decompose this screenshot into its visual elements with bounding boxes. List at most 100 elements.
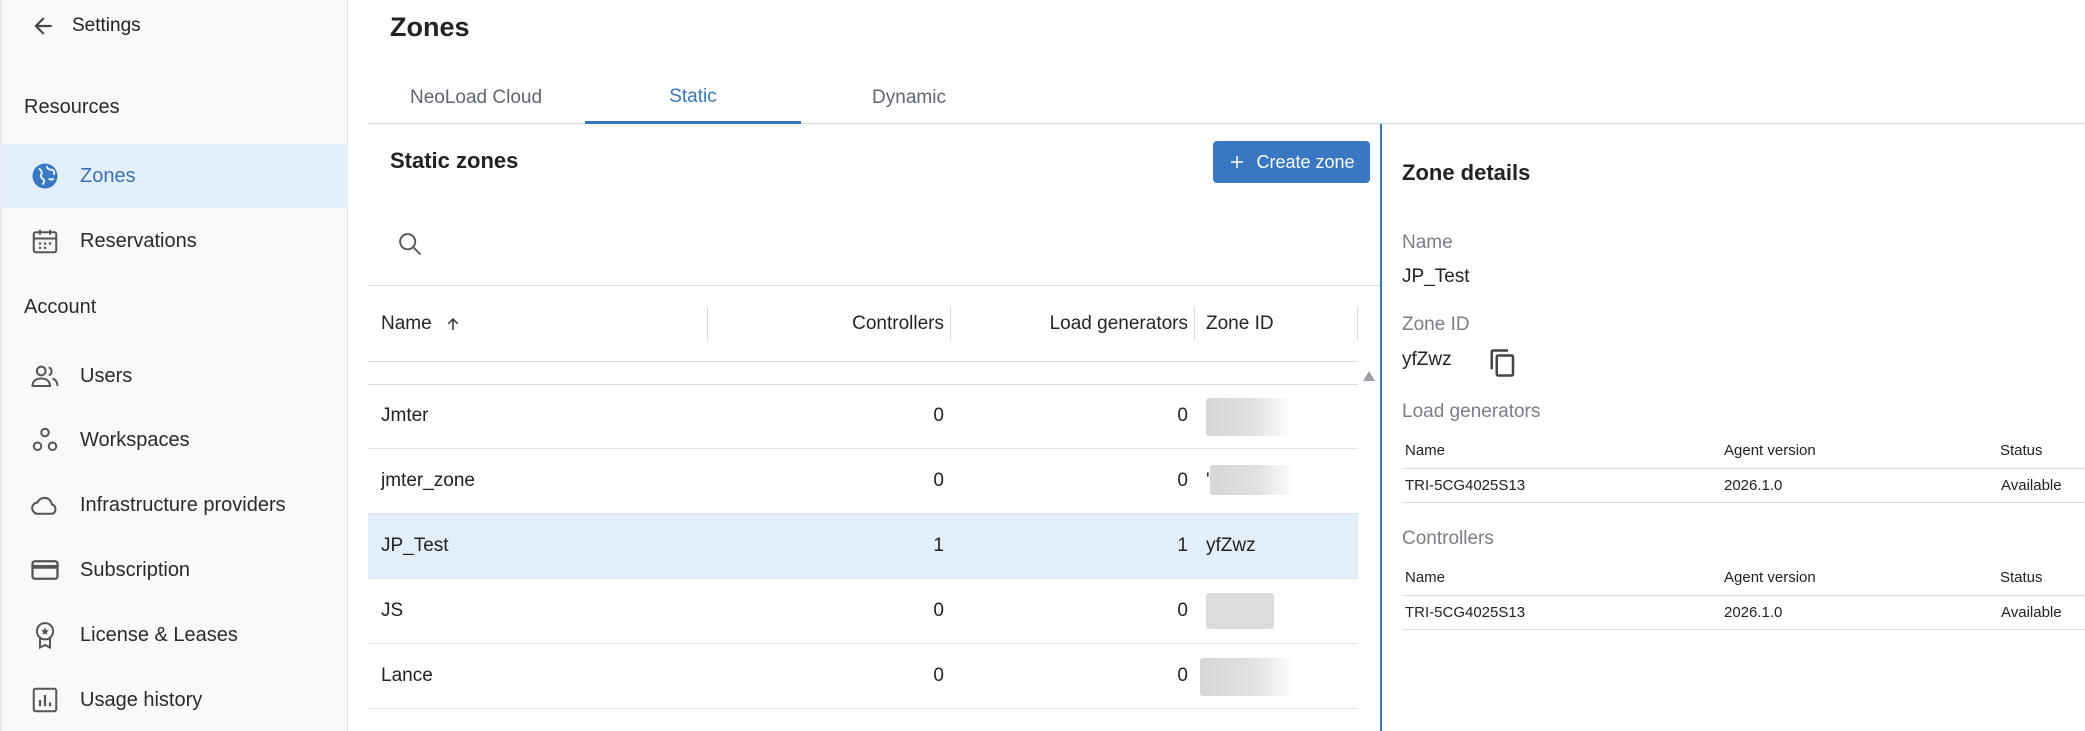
copy-zone-id-button[interactable]: [1486, 346, 1520, 380]
zone-details-panel: Zone details Name JP_Test Zone ID yfZwz …: [1380, 124, 2085, 731]
table-header: Name Controllers Load generators Zone ID: [368, 286, 1358, 362]
controllers-table: Name Agent version Status TRI-5CG4025S13…: [1402, 560, 2085, 630]
sidebar-item-label: Workspaces: [80, 428, 190, 451]
column-separator[interactable]: [950, 306, 951, 340]
controller-name: TRI-5CG4025S13: [1405, 603, 1526, 621]
sidebar-item-label: Reservations: [80, 229, 197, 252]
table-row[interactable]: jmter_zone 0 0 ': [368, 449, 1358, 514]
badge-icon: [35, 622, 55, 650]
cell-controllers: 1: [933, 535, 944, 556]
redacted-zone-id: [1200, 658, 1292, 696]
create-zone-button[interactable]: Create zone: [1213, 141, 1370, 183]
plus-icon: [1231, 156, 1244, 168]
redacted-zone-id: [1206, 593, 1274, 629]
list-title: Static zones: [390, 148, 519, 173]
sidebar-item-label: Zones: [80, 164, 136, 187]
sidebar-item-users[interactable]: Users: [2, 344, 348, 408]
table-row[interactable]: Lance 0 0: [368, 644, 1358, 709]
details-title: Zone details: [1402, 160, 1531, 185]
sidebar-item-infrastructure-providers[interactable]: Infrastructure providers: [2, 473, 348, 537]
chart-icon: [32, 687, 58, 713]
cell-controllers: 0: [933, 405, 944, 426]
tab-static[interactable]: Static: [585, 72, 801, 124]
sidebar-item-workspaces[interactable]: Workspaces: [2, 408, 348, 472]
sidebar-item-label: License & Leases: [80, 623, 238, 646]
column-separator[interactable]: [1194, 306, 1195, 340]
column-header-zone-id[interactable]: Zone ID: [1206, 286, 1274, 362]
cell-name: JP_Test: [381, 535, 449, 556]
create-zone-label: Create zone: [1256, 151, 1355, 172]
main-content: Zones NeoLoad Cloud Static Dynamic Stati…: [348, 0, 2085, 731]
name-label: Name: [1402, 232, 1453, 253]
tab-dynamic[interactable]: Dynamic: [801, 72, 1017, 124]
zone-id-value: yfZwz: [1402, 349, 1452, 370]
arrow-up-icon: [447, 318, 458, 330]
table-row[interactable]: JS 0 0: [368, 579, 1358, 644]
tab-neoload-cloud[interactable]: NeoLoad Cloud: [368, 72, 584, 124]
redacted-zone-id: [1210, 465, 1292, 495]
lg-status: Available: [2001, 476, 2062, 494]
divider: [1402, 502, 2085, 503]
column-header-agent-version: Agent version: [1724, 441, 1816, 459]
sidebar-item-label: Usage history: [80, 688, 203, 711]
controllers-label: Controllers: [1402, 528, 1494, 549]
globe-icon: [32, 163, 58, 189]
column-header-status: Status: [2000, 568, 2043, 586]
column-separator[interactable]: [1357, 306, 1358, 340]
table-row[interactable]: Jmter 0 0: [368, 384, 1358, 449]
cell-load-generators: 0: [1177, 600, 1188, 621]
app: Settings Resources Zones Reservations Ac…: [0, 0, 2085, 731]
sidebar-item-usage-history[interactable]: Usage history: [2, 668, 348, 731]
cell-load-generators: 0: [1177, 665, 1188, 686]
cell-name: Jmter: [381, 405, 429, 426]
controller-status: Available: [2001, 603, 2062, 621]
column-header-name[interactable]: Name: [381, 286, 462, 362]
cell-controllers: 0: [933, 665, 944, 686]
cell-load-generators: 0: [1177, 405, 1188, 426]
redacted-zone-id: [1206, 398, 1288, 436]
name-value: JP_Test: [1402, 266, 1470, 287]
back-to-settings-button[interactable]: Settings: [30, 10, 141, 42]
cell-controllers: 0: [933, 600, 944, 621]
sidebar-item-label: Users: [80, 364, 133, 387]
column-header-name: Name: [1405, 441, 1446, 459]
load-generators-table: Name Agent version Status TRI-5CG4025S13…: [1402, 433, 2085, 503]
lg-agent-version: 2026.1.0: [1724, 476, 1783, 494]
lg-name: TRI-5CG4025S13: [1405, 476, 1526, 494]
controller-agent-version: 2026.1.0: [1724, 603, 1783, 621]
column-separator[interactable]: [707, 306, 708, 340]
search-button[interactable]: [390, 224, 430, 264]
tab-bar: NeoLoad Cloud Static Dynamic: [368, 72, 2085, 124]
cell-zone-id: yfZwz: [1206, 535, 1256, 556]
scroll-up-button[interactable]: [1361, 368, 1377, 384]
sidebar-item-label: Subscription: [80, 558, 191, 581]
copy-icon: [1490, 349, 1515, 377]
sidebar-item-license-leases[interactable]: License & Leases: [2, 603, 348, 667]
arrow-left-icon: [34, 17, 52, 35]
column-label: Name: [381, 313, 432, 334]
section-resources: Resources: [24, 96, 120, 118]
zone-id-label: Zone ID: [1402, 314, 1470, 335]
cell-name: Lance: [381, 665, 433, 686]
column-header-name: Name: [1405, 568, 1446, 586]
section-account: Account: [24, 296, 97, 318]
column-header-load-generators[interactable]: Load generators: [960, 286, 1188, 362]
table-row-selected[interactable]: JP_Test 1 1 yfZwz: [368, 514, 1358, 579]
cell-controllers: 0: [933, 470, 944, 491]
sidebar-item-reservations[interactable]: Reservations: [2, 209, 348, 273]
load-generators-label: Load generators: [1402, 401, 1541, 422]
static-zones-panel: Static zones Create zone Name Controller…: [368, 124, 1380, 731]
column-header-status: Status: [2000, 441, 2043, 459]
sidebar-item-label: Infrastructure providers: [80, 493, 286, 516]
search-icon: [399, 233, 422, 256]
column-header-controllers[interactable]: Controllers: [718, 286, 944, 362]
calendar-icon: [32, 229, 58, 254]
cell-load-generators: 1: [1177, 535, 1188, 556]
cell-load-generators: 0: [1177, 470, 1188, 491]
sidebar-item-zones[interactable]: Zones: [2, 144, 348, 208]
sidebar-item-subscription[interactable]: Subscription: [2, 538, 348, 602]
cloud-icon: [31, 496, 57, 515]
divider: [1402, 629, 2085, 630]
column-header-agent-version: Agent version: [1724, 568, 1816, 586]
workspaces-icon: [32, 427, 58, 451]
